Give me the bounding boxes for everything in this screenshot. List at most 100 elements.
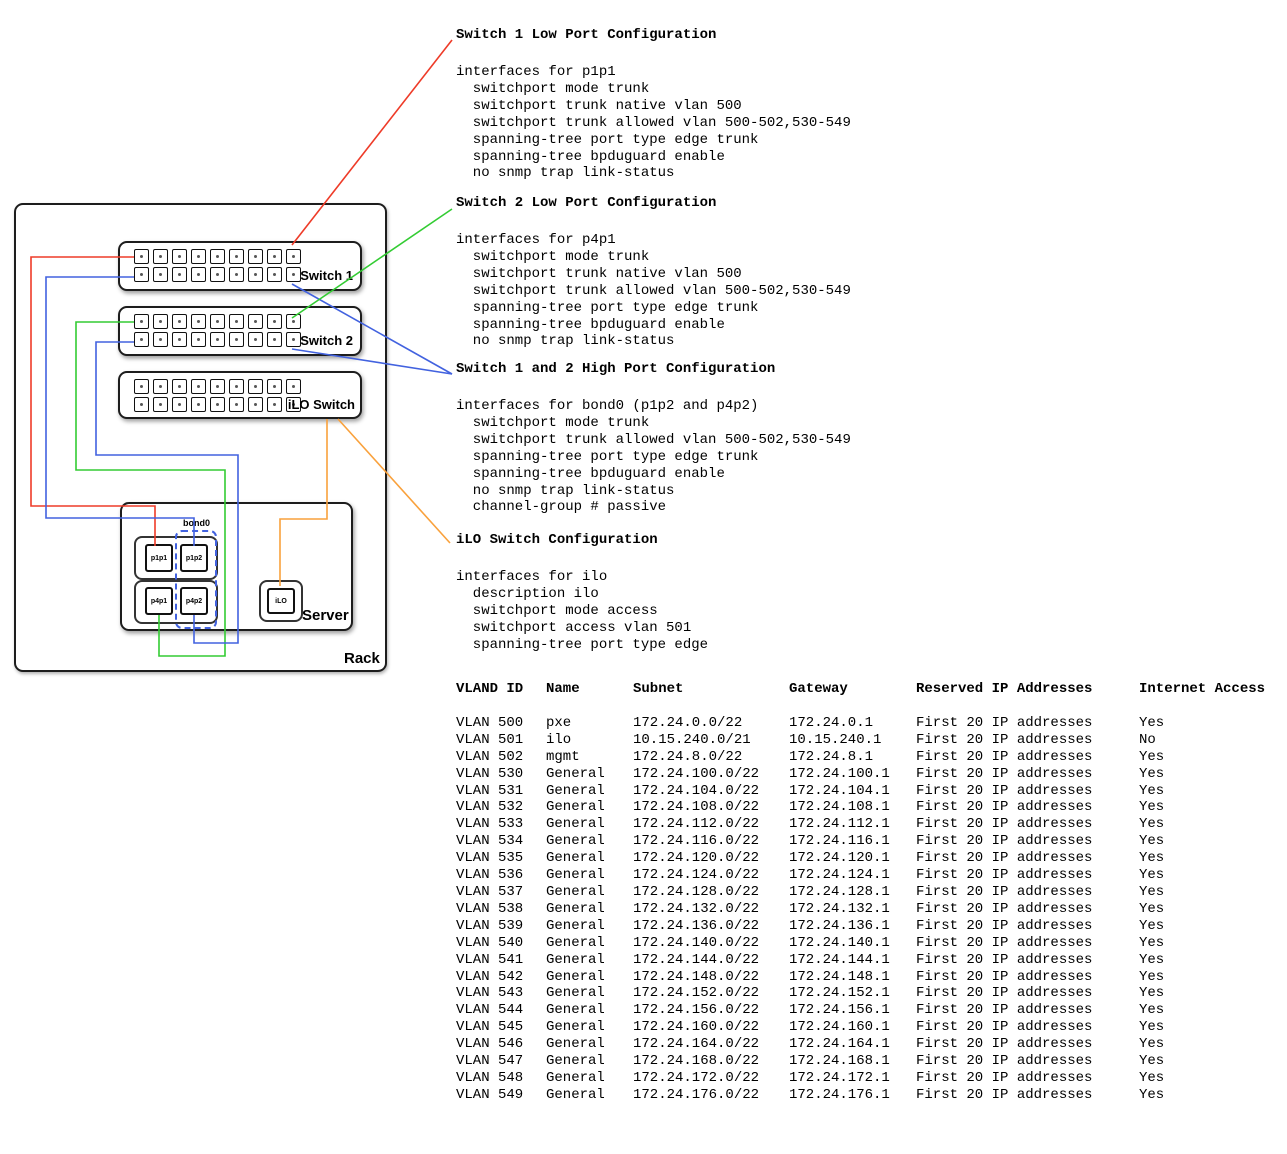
- table-cell: First 20 IP addresses: [916, 969, 1139, 986]
- table-cell: VLAN 501: [456, 732, 546, 749]
- table-row: VLAN 531General172.24.104.0/22172.24.104…: [456, 783, 1287, 800]
- table-cell: Yes: [1139, 850, 1287, 867]
- table-row: VLAN 533General172.24.112.0/22172.24.112…: [456, 816, 1287, 833]
- config-title: iLO Switch Configuration: [456, 532, 916, 549]
- table-cell: 172.24.136.1: [789, 918, 916, 935]
- table-cell: No: [1139, 732, 1287, 749]
- table-cell: First 20 IP addresses: [916, 850, 1139, 867]
- table-cell: Yes: [1139, 816, 1287, 833]
- table-cell: 172.24.108.1: [789, 799, 916, 816]
- table-cell: VLAN 543: [456, 985, 546, 1002]
- switch-port: [229, 249, 244, 264]
- table-cell: General: [546, 985, 633, 1002]
- table-cell: 172.24.172.0/22: [633, 1070, 789, 1087]
- switch-port: [210, 249, 225, 264]
- switch-port: [191, 267, 206, 282]
- switch-port: [191, 397, 206, 412]
- switch-port: [191, 314, 206, 329]
- table-cell: First 20 IP addresses: [916, 1002, 1139, 1019]
- table-cell: General: [546, 816, 633, 833]
- switch-port: [267, 249, 282, 264]
- table-cell: VLAN 539: [456, 918, 546, 935]
- switch-1-box: Switch 1: [118, 241, 362, 291]
- table-cell: VLAN 531: [456, 783, 546, 800]
- table-cell: General: [546, 884, 633, 901]
- config-title: Switch 1 and 2 High Port Configuration: [456, 361, 916, 378]
- switch-port: [267, 267, 282, 282]
- table-cell: 10.15.240.1: [789, 732, 916, 749]
- switch-port: [172, 267, 187, 282]
- column-header: Name: [546, 681, 633, 698]
- vlan-table-header: VLAND IDNameSubnetGatewayReserved IP Add…: [456, 681, 1287, 698]
- table-cell: 172.24.100.1: [789, 766, 916, 783]
- switch-port: [286, 249, 301, 264]
- table-cell: General: [546, 918, 633, 935]
- switch-port: [153, 267, 168, 282]
- table-cell: General: [546, 935, 633, 952]
- table-cell: General: [546, 799, 633, 816]
- switch-port: [172, 249, 187, 264]
- table-row: VLAN 540General172.24.140.0/22172.24.140…: [456, 935, 1287, 952]
- table-cell: Yes: [1139, 766, 1287, 783]
- table-cell: 172.24.140.1: [789, 935, 916, 952]
- switch-port: [210, 397, 225, 412]
- switch-port: [191, 379, 206, 394]
- rack-label: Rack: [344, 650, 380, 667]
- table-cell: 172.24.104.0/22: [633, 783, 789, 800]
- ilo-switch-ports: [134, 379, 301, 415]
- table-cell: 172.24.152.1: [789, 985, 916, 1002]
- switch-1-label: Switch 1: [300, 268, 353, 283]
- switch-port: [267, 379, 282, 394]
- table-row: VLAN 548General172.24.172.0/22172.24.172…: [456, 1070, 1287, 1087]
- port-row: [134, 397, 301, 412]
- config-block-ilo-switch: iLO Switch Configuration interfaces for …: [456, 532, 916, 654]
- switch-port: [267, 314, 282, 329]
- table-cell: 172.24.136.0/22: [633, 918, 789, 935]
- table-cell: VLAN 549: [456, 1087, 546, 1104]
- table-cell: VLAN 546: [456, 1036, 546, 1053]
- switch-port: [248, 314, 263, 329]
- table-cell: ilo: [546, 732, 633, 749]
- table-cell: 172.24.128.0/22: [633, 884, 789, 901]
- port-row: [134, 249, 301, 264]
- table-cell: General: [546, 783, 633, 800]
- table-row: VLAN 500pxe172.24.0.0/22172.24.0.1First …: [456, 715, 1287, 732]
- switch-port: [134, 332, 149, 347]
- table-cell: First 20 IP addresses: [916, 1019, 1139, 1036]
- table-cell: First 20 IP addresses: [916, 749, 1139, 766]
- table-cell: 172.24.164.1: [789, 1036, 916, 1053]
- table-cell: VLAN 544: [456, 1002, 546, 1019]
- switch-2-label: Switch 2: [300, 333, 353, 348]
- table-cell: 172.24.108.0/22: [633, 799, 789, 816]
- table-cell: First 20 IP addresses: [916, 799, 1139, 816]
- switch-port: [153, 397, 168, 412]
- table-cell: 172.24.128.1: [789, 884, 916, 901]
- table-cell: 172.24.116.0/22: [633, 833, 789, 850]
- table-cell: VLAN 532: [456, 799, 546, 816]
- config-block-high-port: Switch 1 and 2 High Port Configuration i…: [456, 361, 916, 516]
- vlan-table: VLAND IDNameSubnetGatewayReserved IP Add…: [456, 681, 1287, 1104]
- table-cell: First 20 IP addresses: [916, 1087, 1139, 1104]
- table-cell: 172.24.164.0/22: [633, 1036, 789, 1053]
- switch-port: [134, 314, 149, 329]
- table-cell: VLAN 536: [456, 867, 546, 884]
- table-cell: VLAN 542: [456, 969, 546, 986]
- table-cell: VLAN 535: [456, 850, 546, 867]
- table-cell: General: [546, 1053, 633, 1070]
- table-row: VLAN 532General172.24.108.0/22172.24.108…: [456, 799, 1287, 816]
- switch-port: [229, 332, 244, 347]
- table-row: VLAN 549General172.24.176.0/22172.24.176…: [456, 1087, 1287, 1104]
- table-cell: VLAN 500: [456, 715, 546, 732]
- table-row: VLAN 501ilo10.15.240.0/2110.15.240.1Firs…: [456, 732, 1287, 749]
- table-cell: Yes: [1139, 1070, 1287, 1087]
- switch-port: [153, 314, 168, 329]
- table-cell: Yes: [1139, 918, 1287, 935]
- config-block-switch1-low: Switch 1 Low Port Configuration interfac…: [456, 27, 916, 182]
- table-cell: Yes: [1139, 969, 1287, 986]
- config-text: interfaces for bond0 (p1p2 and p4p2) swi…: [456, 398, 916, 516]
- table-cell: Yes: [1139, 715, 1287, 732]
- table-cell: VLAN 547: [456, 1053, 546, 1070]
- table-cell: 172.24.0.0/22: [633, 715, 789, 732]
- table-cell: Yes: [1139, 783, 1287, 800]
- table-cell: First 20 IP addresses: [916, 952, 1139, 969]
